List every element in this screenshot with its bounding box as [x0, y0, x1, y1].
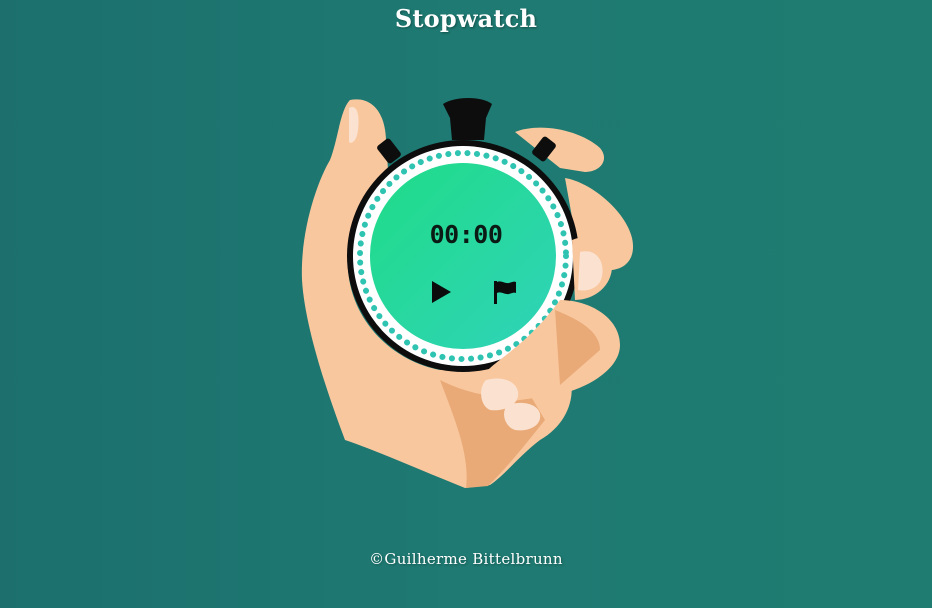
- play-button[interactable]: [426, 277, 456, 307]
- flag-icon: [494, 281, 516, 304]
- lap-button[interactable]: [490, 277, 520, 307]
- play-icon: [432, 281, 451, 303]
- copyright-credit: ©Guilherme Bittelbrunn: [369, 550, 563, 568]
- stopwatch-face: [370, 163, 556, 349]
- hand-holding-stopwatch-illustration: [301, 98, 634, 488]
- time-display: 00:00: [429, 220, 503, 249]
